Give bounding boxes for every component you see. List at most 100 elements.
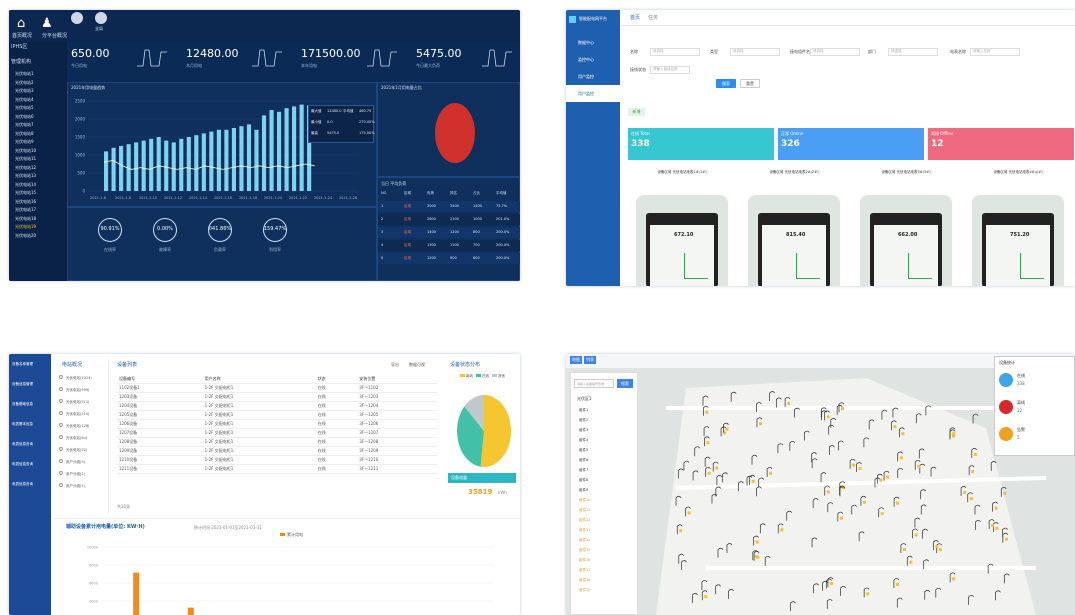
device-marker[interactable] bbox=[679, 529, 683, 533]
device-marker[interactable] bbox=[706, 441, 710, 445]
table-row[interactable]: 1102设备1 1-2F 交配电柜1 在线 3F一1102 bbox=[117, 383, 437, 393]
tree-item[interactable]: 组件13 bbox=[579, 525, 590, 535]
search-button[interactable]: 搜索 bbox=[617, 379, 633, 388]
device-marker[interactable] bbox=[995, 526, 999, 530]
device-marker[interactable] bbox=[895, 582, 899, 586]
device-marker[interactable] bbox=[826, 415, 830, 419]
pager[interactable]: 共10条 bbox=[117, 505, 130, 509]
filter-input[interactable]: 请选择 bbox=[810, 48, 860, 56]
filter-input[interactable]: 请输入名称 bbox=[970, 48, 1020, 56]
menu-item[interactable]: 设备名称管理 bbox=[9, 354, 51, 374]
tab-list[interactable]: 列表 bbox=[584, 356, 596, 364]
table-row[interactable]: 1 区域 3000 3400 1400 75.7% bbox=[378, 201, 520, 212]
tab-task[interactable]: 任务 bbox=[648, 16, 658, 21]
device-marker[interactable] bbox=[687, 511, 691, 515]
tree-item[interactable]: 组件17 bbox=[579, 565, 590, 575]
device-marker[interactable] bbox=[951, 434, 955, 438]
device-marker[interactable] bbox=[902, 548, 906, 552]
tree-item[interactable]: 组件7 bbox=[579, 465, 590, 475]
nav-item[interactable]: 监控中心 bbox=[566, 51, 620, 68]
table-row[interactable]: 1205设备 1-2F 交配电柜1 在线 3F一1205 bbox=[117, 410, 437, 420]
table-row[interactable]: 5 区域 1200 900 600 200.0% bbox=[378, 253, 520, 264]
site-item[interactable]: 光伏电站(32) bbox=[59, 444, 108, 456]
tree-item[interactable]: 组件15 bbox=[579, 545, 590, 555]
filter-input[interactable]: 请选择 bbox=[650, 48, 700, 56]
menu-item[interactable]: 电表基本信息 bbox=[9, 414, 51, 434]
user-icon[interactable]: ♟ bbox=[41, 16, 53, 31]
tree-item[interactable]: 光伏电站15 bbox=[15, 189, 67, 198]
tree-item[interactable]: 光伏电站19 bbox=[15, 223, 67, 232]
tree-item[interactable]: 光伏电站9 bbox=[15, 138, 67, 147]
device-marker[interactable] bbox=[715, 466, 719, 470]
menu-item[interactable]: 电表信息查询 bbox=[9, 454, 51, 474]
tree-item[interactable]: 组件14 bbox=[579, 535, 590, 545]
device-marker[interactable] bbox=[963, 490, 967, 494]
tree-item[interactable]: 组件16 bbox=[579, 555, 590, 565]
search-input[interactable]: 请输入设备编号查询 bbox=[574, 379, 614, 388]
tab-overview[interactable]: 首页概况 bbox=[12, 34, 32, 39]
device-marker[interactable] bbox=[879, 478, 883, 482]
meter-device[interactable]: 662.00 bbox=[860, 195, 952, 286]
device-marker[interactable] bbox=[769, 471, 773, 475]
device-marker[interactable] bbox=[829, 582, 833, 586]
table-row[interactable]: 1208设备 1-2F 交配电柜1 在线 3F一1208 bbox=[117, 437, 437, 447]
nav-item[interactable] bbox=[566, 221, 620, 238]
nav-item[interactable] bbox=[566, 187, 620, 204]
device-marker[interactable] bbox=[935, 545, 939, 549]
tree-item[interactable]: 组件18 bbox=[579, 575, 590, 585]
tree-item[interactable]: 光伏电站17 bbox=[15, 206, 67, 215]
device-marker[interactable] bbox=[952, 577, 956, 581]
export-button[interactable]: 导出 bbox=[391, 363, 399, 367]
filter-input[interactable]: 请选择 bbox=[888, 48, 938, 56]
search-button[interactable]: 搜索 bbox=[716, 79, 736, 88]
menu-item[interactable]: 电表信息查询 bbox=[9, 434, 51, 454]
tree-item[interactable]: 光伏电站8 bbox=[15, 130, 67, 139]
site-item[interactable]: 光伏电站(512) bbox=[59, 396, 108, 408]
table-row[interactable]: 1204设备 1-2F 交配电柜1 在线 3F一1204 bbox=[117, 401, 437, 411]
tree-item[interactable]: 光伏电站5 bbox=[15, 104, 67, 113]
stat-card[interactable]: 离线 Offline 12 bbox=[928, 128, 1074, 160]
device-marker[interactable] bbox=[914, 533, 918, 537]
tree-root[interactable]: 光伏区1 bbox=[577, 397, 592, 401]
device-marker[interactable] bbox=[973, 452, 977, 456]
meter-device[interactable]: 815.40 bbox=[748, 195, 840, 286]
device-marker[interactable] bbox=[858, 467, 862, 471]
tree-item[interactable]: 光伏电站10 bbox=[15, 147, 67, 156]
table-row[interactable]: 4 区域 1300 1100 700 200.0% bbox=[378, 240, 520, 251]
device-marker[interactable] bbox=[704, 595, 708, 599]
device-marker[interactable] bbox=[826, 490, 830, 494]
device-marker[interactable] bbox=[862, 500, 866, 504]
device-marker[interactable] bbox=[969, 497, 973, 501]
tree-item[interactable]: 组件8 bbox=[579, 475, 590, 485]
nav-item[interactable] bbox=[566, 136, 620, 153]
legend-item[interactable]: 离线 12 bbox=[999, 398, 1071, 422]
home-icon[interactable]: ⌂ bbox=[17, 16, 25, 31]
meter-device[interactable]: 751.20 bbox=[972, 195, 1064, 286]
tree-item[interactable]: 光伏电站14 bbox=[15, 181, 67, 190]
table-row[interactable]: 1206设备 1-2F 交配电柜1 在线 3F一1206 bbox=[117, 419, 437, 429]
nav-item[interactable] bbox=[566, 170, 620, 187]
device-marker[interactable] bbox=[938, 548, 942, 552]
tree-item[interactable]: 组件10 bbox=[579, 495, 590, 505]
tab-home[interactable]: 首页 bbox=[630, 16, 640, 21]
nav-item[interactable]: 数据中心 bbox=[566, 34, 620, 51]
table-row[interactable]: 1207设备 1-2F 交配电柜1 在线 3F一1207 bbox=[117, 428, 437, 438]
tree-item[interactable]: 光伏电站4 bbox=[15, 96, 67, 105]
device-marker[interactable] bbox=[705, 410, 709, 414]
tree-item[interactable]: 光伏电站3 bbox=[15, 87, 67, 96]
settings-icon[interactable] bbox=[95, 12, 107, 24]
menu-item[interactable]: 设备信息管理 bbox=[9, 374, 51, 394]
site-item[interactable]: 光伏电站(1024) bbox=[59, 372, 108, 384]
device-marker[interactable] bbox=[758, 422, 762, 426]
tree-item[interactable]: 组件19 bbox=[579, 585, 590, 595]
device-marker[interactable] bbox=[909, 560, 913, 564]
menu-item[interactable]: 电表信息查询 bbox=[9, 474, 51, 494]
device-marker[interactable] bbox=[994, 506, 998, 510]
tree-item[interactable]: 组件6 bbox=[579, 455, 590, 465]
legend-item[interactable]: 在线 338 bbox=[999, 371, 1071, 395]
table-row[interactable]: 3 区域 1400 1200 800 200.0% bbox=[378, 227, 520, 238]
site-item[interactable]: 用户分组(1) bbox=[59, 480, 108, 492]
stat-card[interactable]: 在线 Total 338 bbox=[628, 128, 774, 160]
tree-item[interactable]: 光伏电站16 bbox=[15, 198, 67, 207]
meter-device[interactable]: 672.10 bbox=[636, 195, 728, 286]
